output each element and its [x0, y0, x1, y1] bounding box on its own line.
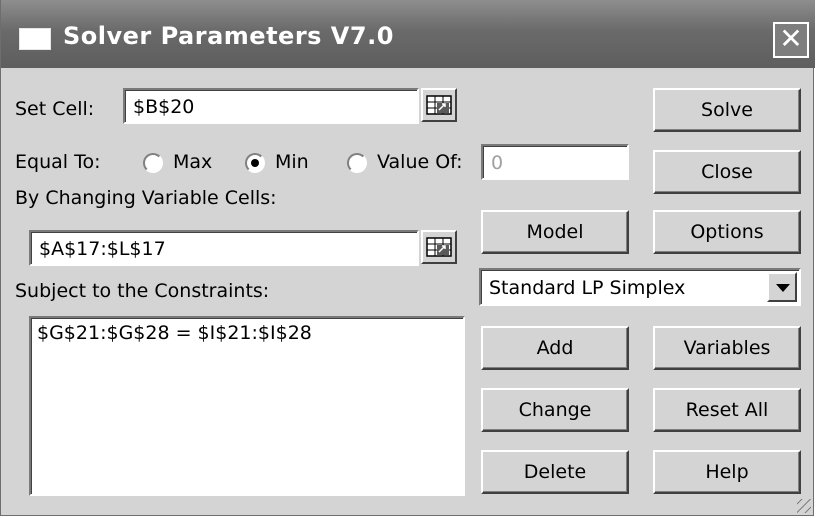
- window-icon: [19, 28, 51, 50]
- radio-max-label: Max: [173, 151, 213, 173]
- range-select-icon: [426, 95, 452, 115]
- list-item[interactable]: $G$21:$G$28 = $I$21:$I$28: [37, 322, 463, 344]
- equal-to-label: Equal To:: [15, 151, 101, 173]
- changing-cells-input[interactable]: $A$17:$L$17: [29, 230, 419, 266]
- window-title: Solver Parameters V7.0: [63, 22, 394, 50]
- delete-button[interactable]: Delete: [481, 450, 629, 494]
- engine-select-value: Standard LP Simplex: [489, 277, 686, 299]
- value-of-input[interactable]: 0: [481, 144, 629, 180]
- close-button[interactable]: Close: [653, 150, 801, 194]
- engine-select[interactable]: Standard LP Simplex: [479, 268, 801, 306]
- changing-cells-ref-button[interactable]: [421, 230, 457, 264]
- radio-min-label: Min: [275, 151, 309, 173]
- resize-grip-icon[interactable]: [797, 499, 811, 513]
- radio-value-of-label: Value Of:: [377, 151, 463, 173]
- solver-parameters-dialog: Solver Parameters V7.0 ✕ Set Cell: $B$20…: [0, 0, 815, 516]
- range-select-icon: [426, 237, 452, 257]
- variables-button[interactable]: Variables: [653, 326, 801, 370]
- changing-cells-label: By Changing Variable Cells:: [15, 187, 277, 209]
- reset-all-button[interactable]: Reset All: [653, 388, 801, 432]
- close-icon[interactable]: ✕: [773, 22, 809, 58]
- model-button[interactable]: Model: [481, 210, 629, 254]
- title-bar[interactable]: Solver Parameters V7.0 ✕: [1, 0, 815, 68]
- radio-value-of[interactable]: [347, 153, 367, 173]
- options-button[interactable]: Options: [653, 210, 801, 254]
- change-button[interactable]: Change: [481, 388, 629, 432]
- add-button[interactable]: Add: [481, 326, 629, 370]
- set-cell-label: Set Cell:: [15, 98, 95, 120]
- help-button[interactable]: Help: [653, 450, 801, 494]
- solve-button[interactable]: Solve: [653, 88, 801, 132]
- radio-min[interactable]: [245, 153, 265, 173]
- radio-max[interactable]: [143, 153, 163, 173]
- constraints-list[interactable]: $G$21:$G$28 = $I$21:$I$28: [29, 316, 465, 496]
- chevron-down-icon[interactable]: [767, 272, 797, 302]
- constraints-label: Subject to the Constraints:: [15, 280, 270, 302]
- set-cell-ref-button[interactable]: [421, 88, 457, 122]
- set-cell-input[interactable]: $B$20: [123, 88, 419, 124]
